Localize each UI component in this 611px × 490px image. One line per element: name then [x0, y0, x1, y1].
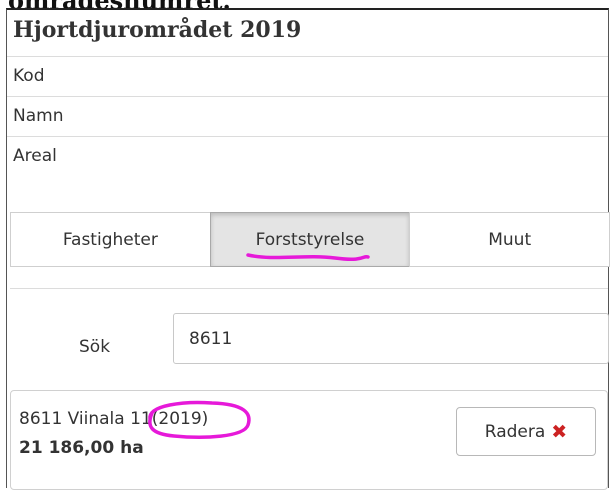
result-card: 8611 Viinala 11(2019) 21 186,00 ha Rader…: [10, 390, 608, 490]
field-name: Namn: [7, 96, 608, 135]
result-year: (2019): [147, 400, 251, 439]
search-label: Sök: [79, 337, 111, 357]
search-input[interactable]: [173, 313, 609, 364]
result-year-text: (2019): [151, 409, 209, 429]
delete-button[interactable]: Radera ✖: [456, 407, 596, 456]
result-area: 21 186,00 ha: [19, 438, 144, 458]
field-area: Areal: [7, 136, 608, 175]
delete-button-label: Radera: [484, 421, 546, 442]
divider: [10, 288, 608, 289]
hunting-area-panel: Hjortdjurområdet 2019 Kod Namn Areal Fas…: [6, 8, 611, 490]
close-icon: ✖: [551, 420, 568, 443]
tab-fastigheter[interactable]: Fastigheter: [10, 212, 211, 267]
tab-forststyrelse[interactable]: Forststyrelse: [209, 212, 411, 267]
tab-group: Fastigheter Forststyrelse Muut: [10, 212, 611, 267]
field-label-area: Areal: [13, 146, 57, 166]
tab-label: Forststyrelse: [255, 229, 365, 250]
result-name-prefix: 8611 Viinala 11: [19, 409, 152, 429]
tab-label: Muut: [488, 229, 532, 250]
tab-muut[interactable]: Muut: [409, 212, 611, 267]
field-label-name: Namn: [13, 106, 64, 126]
tab-label: Fastigheter: [62, 229, 158, 250]
field-code: Kod: [7, 56, 608, 95]
result-name: 8611 Viinala 11(2019): [19, 400, 251, 439]
panel-title: Hjortdjurområdet 2019: [13, 17, 302, 43]
field-label-code: Kod: [13, 66, 45, 86]
highlight-underline: [245, 253, 370, 261]
